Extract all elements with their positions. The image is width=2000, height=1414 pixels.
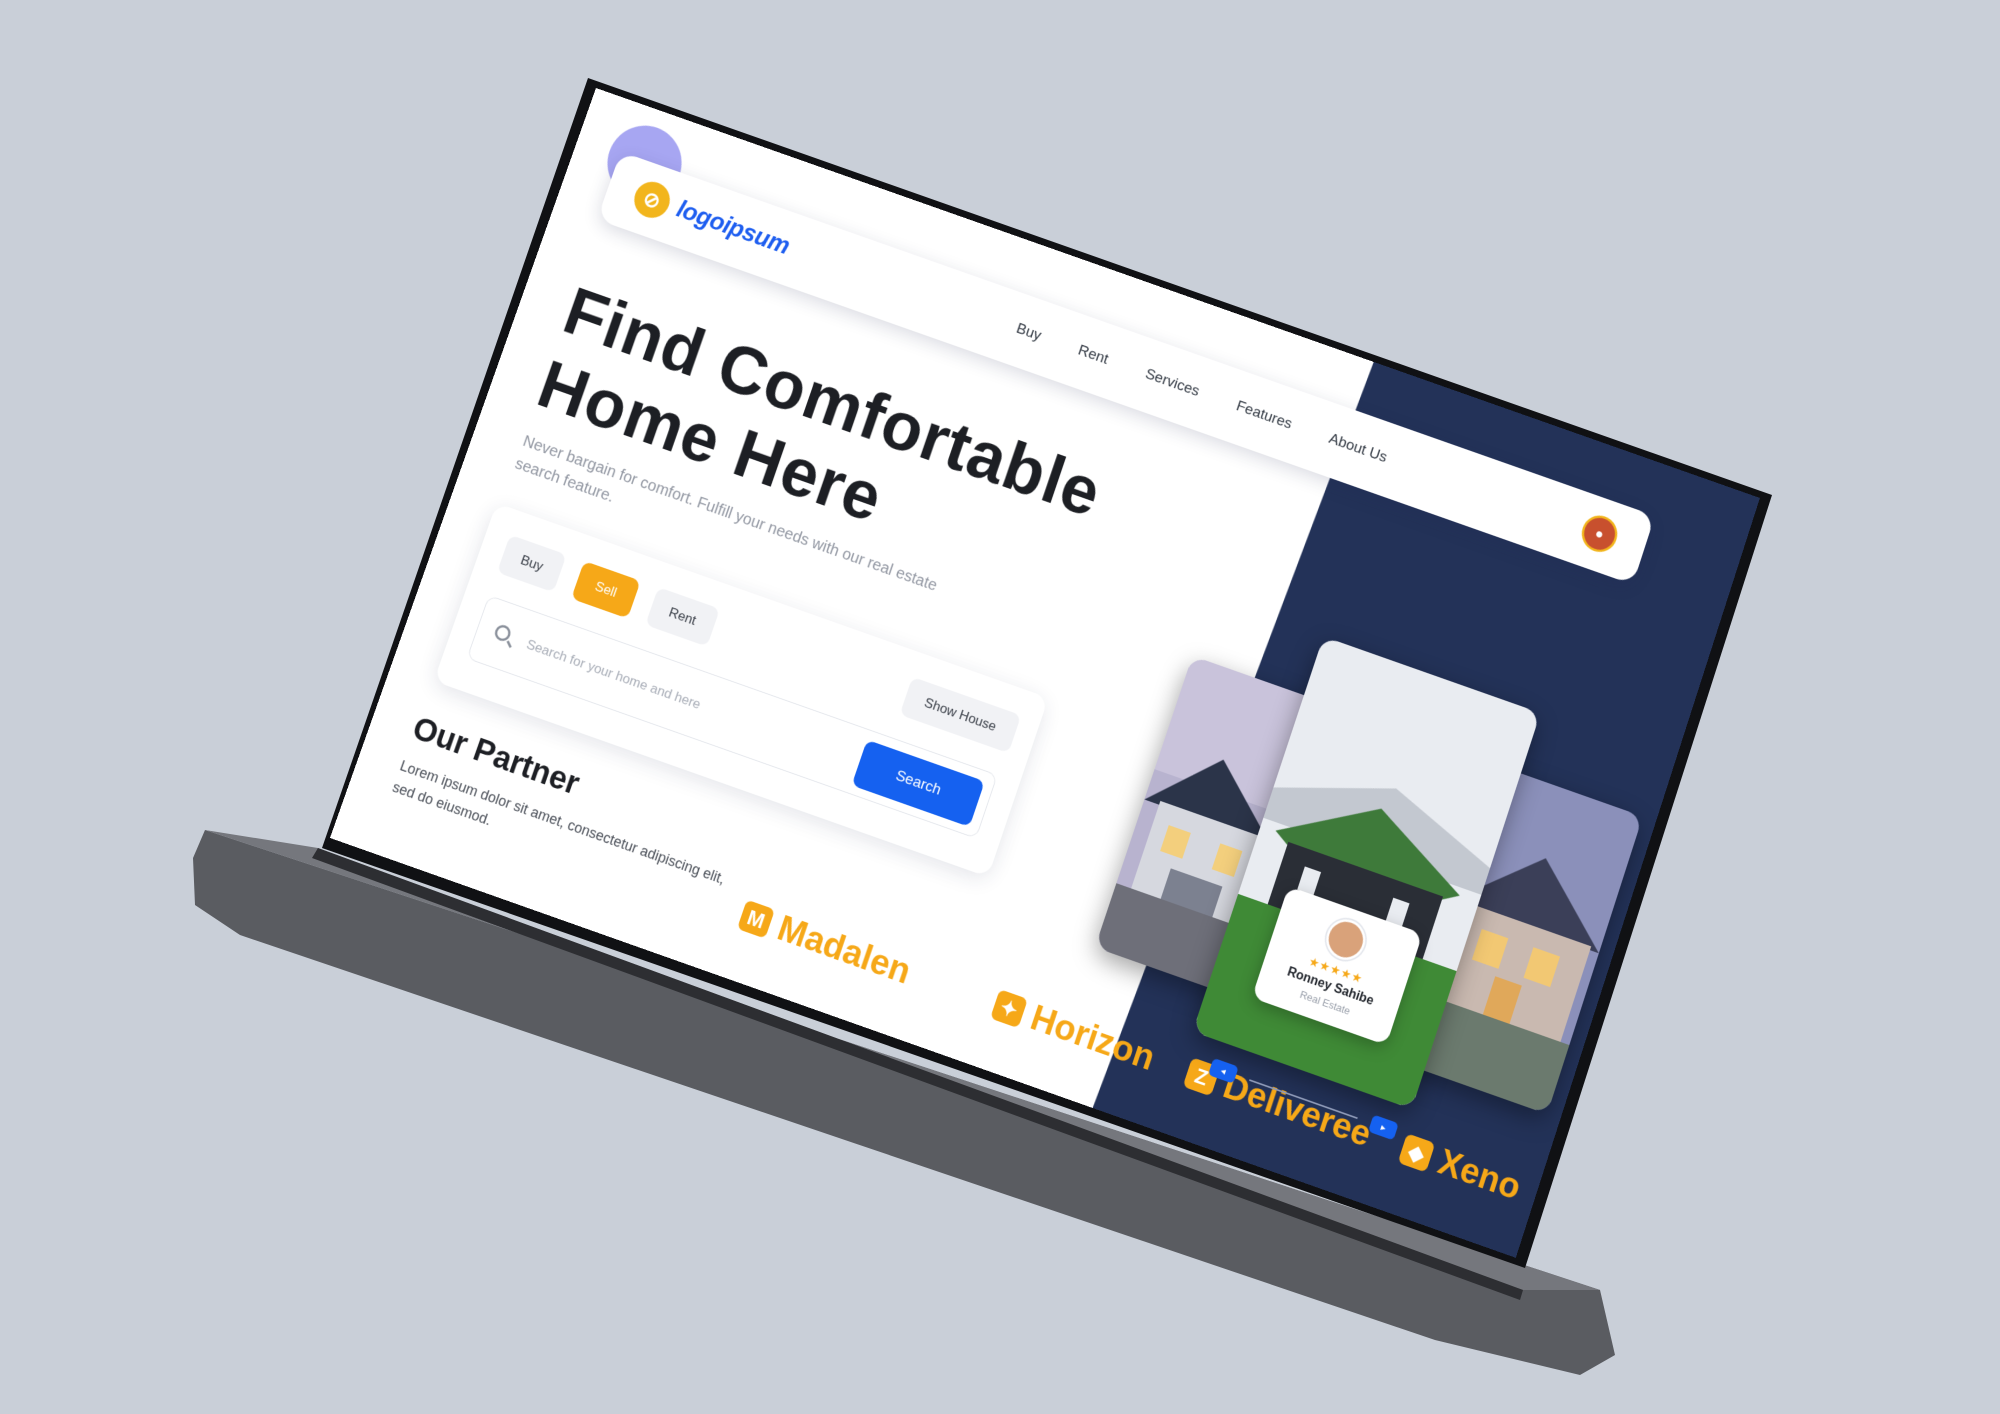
- search-icon: [493, 623, 513, 643]
- nav-link-rent[interactable]: Rent: [1076, 342, 1111, 369]
- nav-link-services[interactable]: Services: [1143, 366, 1202, 401]
- tab-sell[interactable]: Sell: [571, 561, 640, 619]
- nav-link-features[interactable]: Features: [1234, 398, 1294, 434]
- tab-buy[interactable]: Buy: [497, 535, 567, 593]
- chevron-right-icon[interactable]: ▸: [1368, 1115, 1399, 1141]
- logo-text[interactable]: logoipsum: [673, 195, 793, 261]
- tab-rent[interactable]: Rent: [645, 587, 720, 647]
- search-input[interactable]: [520, 628, 850, 773]
- madalen-logo-icon: M: [737, 900, 775, 939]
- logo-mark-icon[interactable]: ⊘: [629, 177, 674, 223]
- partner-madalen[interactable]: M Madalen: [735, 895, 915, 992]
- nav-link-buy[interactable]: Buy: [1014, 320, 1043, 345]
- partner-name: Madalen: [772, 908, 915, 992]
- user-avatar[interactable]: ●: [1577, 511, 1622, 557]
- chevron-left-icon[interactable]: ◂: [1208, 1058, 1239, 1084]
- property-type-select[interactable]: Show House: [899, 677, 1021, 753]
- search-button[interactable]: Search: [852, 740, 985, 827]
- nav-link-about-us[interactable]: About Us: [1327, 430, 1389, 466]
- agent-avatar: [1321, 914, 1370, 965]
- horizon-logo-icon: ✦: [990, 989, 1028, 1028]
